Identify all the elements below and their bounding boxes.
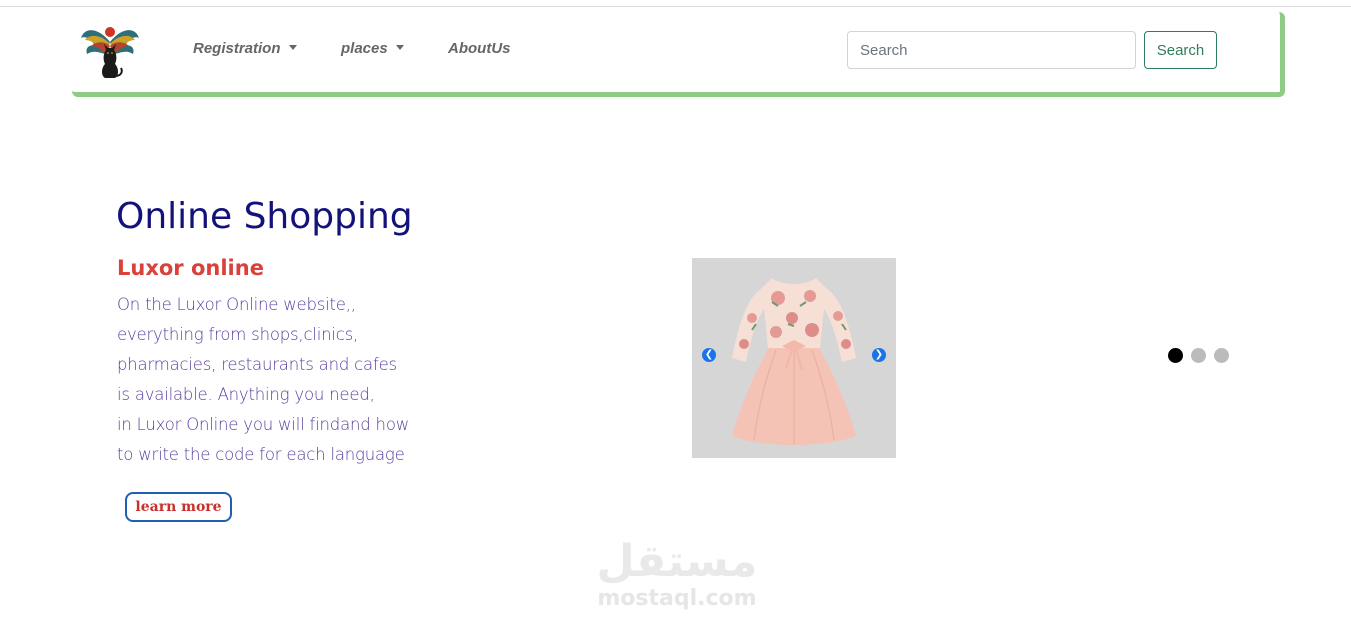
hero-description-line: everything from shops,clinics,	[117, 325, 359, 344]
search-button[interactable]: Search	[1144, 31, 1217, 69]
nav-places-dropdown[interactable]: places	[341, 40, 404, 57]
nav-places-label: places	[341, 40, 388, 57]
search-input[interactable]	[847, 31, 1136, 69]
hero-description-line: pharmacies, restaurants and cafes	[117, 355, 397, 374]
product-carousel: ❮ ❯	[692, 258, 896, 458]
carousel-indicator-2[interactable]	[1191, 348, 1206, 363]
chevron-right-icon[interactable]: ❯	[872, 348, 886, 362]
watermark-arabic: مستقل	[596, 536, 758, 587]
pink-floral-dress-image	[692, 258, 896, 458]
top-border	[0, 6, 1351, 7]
watermark: مستقل mostaql.com	[592, 538, 762, 618]
watermark-latin: mostaql.com	[597, 586, 757, 611]
learn-more-button[interactable]: learn more	[125, 492, 232, 522]
carousel-indicators	[1168, 348, 1237, 364]
nav-aboutus-label: AboutUs	[448, 40, 511, 57]
hero-description-line: to write the code for each language	[117, 445, 405, 464]
chevron-left-icon[interactable]: ❮	[702, 348, 716, 362]
caret-down-icon	[288, 45, 297, 50]
hero-subtitle: Luxor online	[117, 256, 264, 280]
nav-aboutus-link[interactable]: AboutUs	[448, 40, 511, 57]
caret-down-icon	[395, 45, 404, 50]
hero-title: Online Shopping	[116, 196, 413, 237]
nav-registration-dropdown[interactable]: Registration	[193, 40, 297, 57]
carousel-indicator-3[interactable]	[1214, 348, 1229, 363]
hero-description-line: in Luxor Online you will findand how	[117, 415, 410, 434]
nav-registration-label: Registration	[193, 40, 281, 57]
winged-cat-logo-icon[interactable]	[79, 20, 141, 80]
hero-description-line: On the Luxor Online website,,	[117, 295, 356, 314]
carousel-indicator-1[interactable]	[1168, 348, 1183, 363]
hero-description: On the Luxor Online website,, everything…	[117, 290, 437, 470]
navbar: Registration places AboutUs Search	[72, 12, 1285, 97]
hero-description-line: is available. Anything you need,	[117, 385, 375, 404]
